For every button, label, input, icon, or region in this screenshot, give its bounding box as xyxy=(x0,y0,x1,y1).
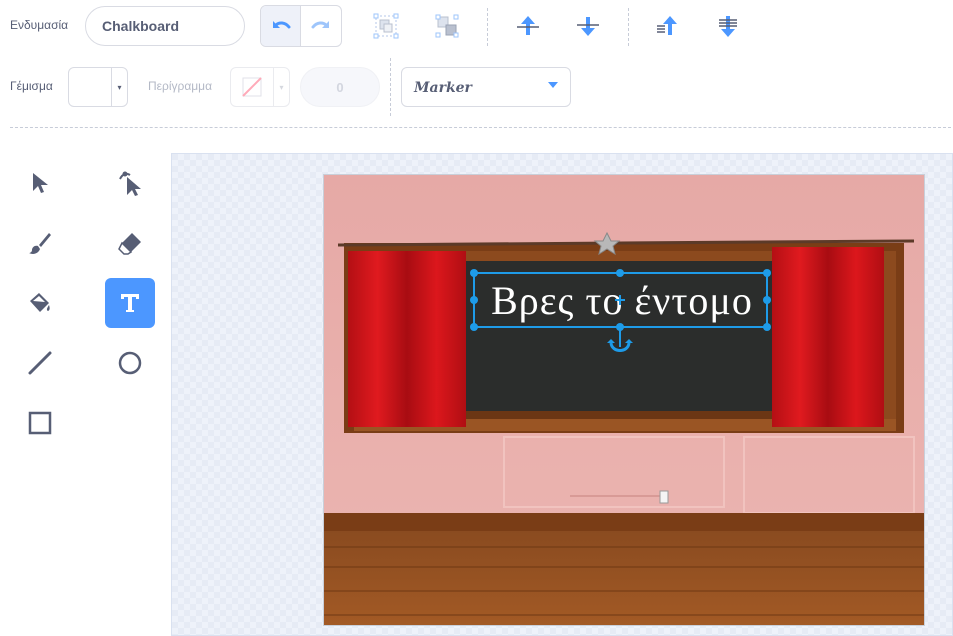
costume-name-input[interactable] xyxy=(85,6,245,46)
toolbar-bottom-divider xyxy=(10,127,951,128)
paint-canvas[interactable]: Βρες το έντομο xyxy=(171,153,953,636)
brush-icon xyxy=(29,233,51,254)
caret-down-icon-2: ▾ xyxy=(273,68,289,106)
text-tool[interactable] xyxy=(105,278,155,328)
reshape-tool[interactable] xyxy=(105,158,155,208)
group-button[interactable] xyxy=(366,6,406,46)
outline-color-swatch xyxy=(231,68,273,106)
undo-button[interactable] xyxy=(261,6,302,46)
front-button[interactable] xyxy=(648,6,688,46)
caret-down-icon: ▾ xyxy=(111,68,127,106)
line-icon xyxy=(28,351,52,375)
back-icon xyxy=(719,16,737,37)
undo-icon xyxy=(272,21,290,29)
undo-redo-group xyxy=(260,5,342,47)
paint-bucket-icon xyxy=(30,293,50,312)
toolbar-divider-2 xyxy=(628,8,629,46)
ungroup-button[interactable] xyxy=(427,6,467,46)
costume-label: Ενδυμασία xyxy=(10,18,69,32)
back-button[interactable] xyxy=(708,6,748,46)
outline-label: Περίγραμμα xyxy=(148,79,213,93)
reshape-cursor-icon xyxy=(119,171,141,196)
font-name: Marker xyxy=(414,80,472,96)
fill-color-swatch xyxy=(69,68,111,106)
toolbar-divider xyxy=(487,8,488,46)
backward-button[interactable] xyxy=(568,6,608,46)
redo-button[interactable] xyxy=(301,6,341,46)
group-icon xyxy=(373,13,399,39)
brush-tool[interactable] xyxy=(15,218,65,268)
outline-width-input[interactable] xyxy=(300,67,380,107)
circle-tool[interactable] xyxy=(105,338,155,388)
toolbar-divider-3 xyxy=(390,58,391,116)
line-tool[interactable] xyxy=(15,338,65,388)
selection-box[interactable] xyxy=(324,175,925,626)
arrow-cursor-icon xyxy=(33,173,48,193)
costume-image: Βρες το έντομο xyxy=(323,174,925,626)
font-dropdown[interactable]: Marker xyxy=(401,67,571,107)
fill-label: Γέμισμα xyxy=(10,79,53,93)
forward-icon xyxy=(517,16,539,35)
text-icon xyxy=(121,294,139,312)
fill-color-picker[interactable]: ▾ xyxy=(68,67,128,107)
outline-color-picker[interactable]: ▾ xyxy=(230,67,290,107)
no-color-icon xyxy=(242,77,262,97)
forward-button[interactable] xyxy=(508,6,548,46)
front-icon xyxy=(657,16,677,35)
circle-icon xyxy=(118,351,142,375)
backward-icon xyxy=(577,17,599,36)
rectangle-tool[interactable] xyxy=(15,398,65,448)
redo-icon xyxy=(311,21,329,29)
dropdown-caret-icon xyxy=(548,82,558,88)
eraser-tool[interactable] xyxy=(105,218,155,268)
select-tool[interactable] xyxy=(15,158,65,208)
ungroup-icon xyxy=(435,14,459,38)
eraser-icon xyxy=(118,233,141,255)
fill-tool[interactable] xyxy=(15,278,65,328)
rectangle-icon xyxy=(28,411,52,435)
